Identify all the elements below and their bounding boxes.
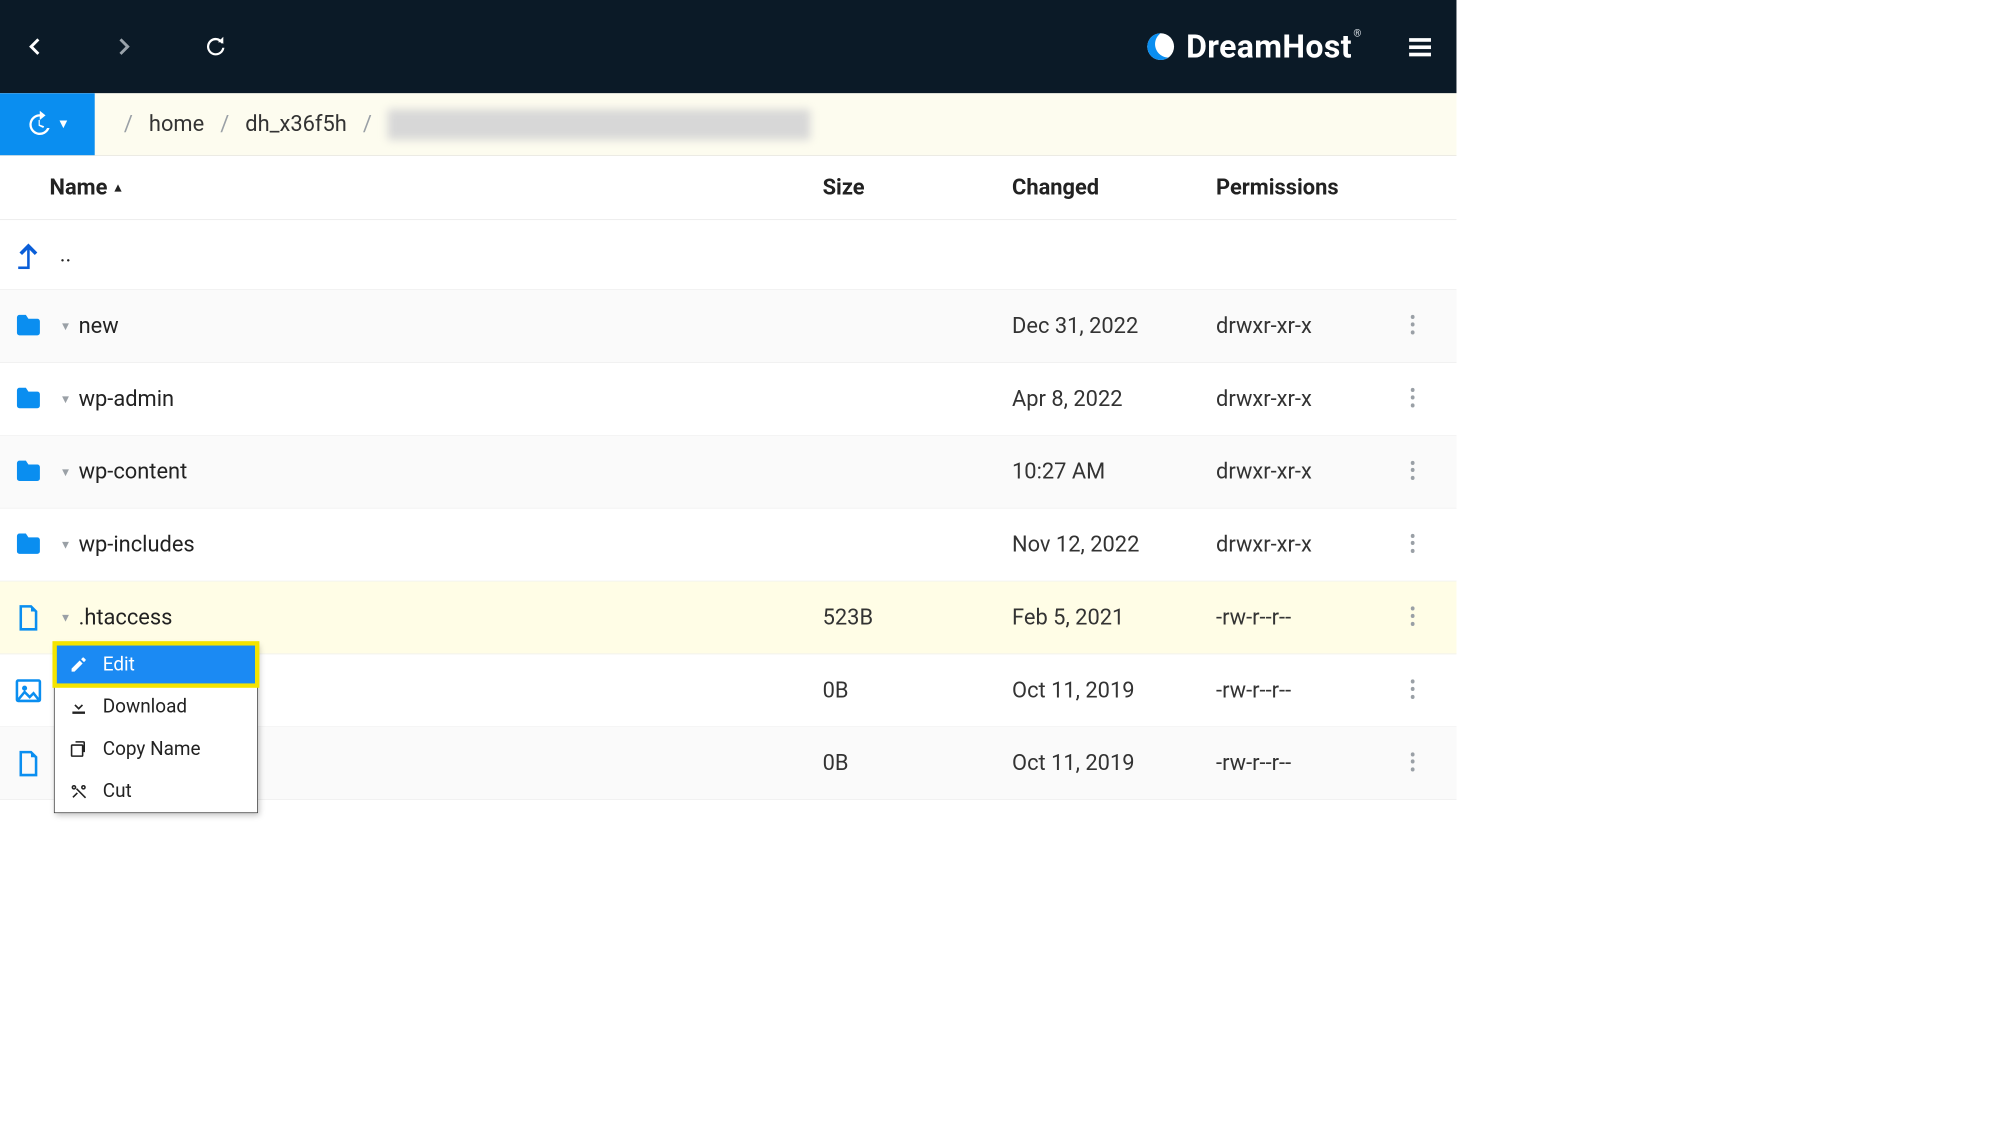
table-row[interactable]: ▼ new Dec 31, 2022drwxr-xr-x••• <box>0 290 1456 363</box>
context-menu-label: Download <box>103 696 187 718</box>
file-size: 0B <box>823 750 1012 776</box>
table-header: Name ▴ Size Changed Permissions <box>0 156 1456 220</box>
chevron-down-icon[interactable]: ▼ <box>60 610 72 625</box>
file-permissions: -rw-r--r-- <box>1216 678 1391 704</box>
download-icon <box>68 697 90 716</box>
cut-icon <box>68 782 90 801</box>
row-actions-button[interactable]: ••• <box>1391 388 1435 411</box>
column-header-permissions[interactable]: Permissions <box>1216 175 1435 201</box>
brand-text: DreamHost® <box>1186 28 1362 66</box>
file-permissions: drwxr-xr-x <box>1216 386 1391 412</box>
context-menu-item-download[interactable]: Download <box>55 686 258 728</box>
file-name: .htaccess <box>79 605 173 631</box>
context-menu-item-copy-name[interactable]: Copy Name <box>55 728 258 770</box>
file-permissions: drwxr-xr-x <box>1216 459 1391 485</box>
up-arrow-icon <box>9 239 60 270</box>
file-changed: Apr 8, 2022 <box>1012 386 1216 412</box>
context-menu-label: Edit <box>103 654 135 676</box>
context-menu-label: Copy Name <box>103 738 201 760</box>
context-menu-item-cut[interactable]: Cut <box>55 770 258 812</box>
folder-icon <box>9 529 60 560</box>
folder-icon <box>9 311 60 342</box>
file-changed: Oct 11, 2019 <box>1012 750 1216 776</box>
file-permissions: -rw-r--r-- <box>1216 605 1391 631</box>
context-menu: Edit Download Copy Name Cut <box>54 643 258 813</box>
table-row[interactable]: ▼ wp-includes Nov 12, 2022drwxr-xr-x••• <box>0 509 1456 582</box>
refresh-button[interactable] <box>203 34 229 60</box>
column-header-name[interactable]: Name ▴ <box>50 175 823 201</box>
file-icon <box>9 748 60 779</box>
file-size: 523B <box>823 605 1012 631</box>
table-row[interactable]: ▼ wp-admin Apr 8, 2022drwxr-xr-x••• <box>0 363 1456 436</box>
history-icon <box>25 110 53 138</box>
file-name: new <box>79 313 119 339</box>
context-menu-item-edit[interactable]: Edit <box>55 643 258 685</box>
breadcrumb-separator: / <box>220 111 229 137</box>
history-button[interactable]: ▼ <box>0 93 95 155</box>
topbar-nav <box>22 34 229 60</box>
breadcrumb-item[interactable]: home <box>149 111 204 137</box>
edit-icon <box>68 655 90 674</box>
row-actions-button[interactable]: ••• <box>1391 679 1435 702</box>
path-row: ▼ / home / dh_x36f5h / <box>0 93 1456 156</box>
folder-icon <box>9 384 60 415</box>
chevron-down-icon[interactable]: ▼ <box>60 464 72 479</box>
topbar: DreamHost® <box>0 0 1456 93</box>
chevron-down-icon[interactable]: ▼ <box>60 319 72 334</box>
hamburger-menu-button[interactable] <box>1405 32 1434 61</box>
file-name-cell: ▼ .htaccess <box>60 605 823 631</box>
parent-dir-label: .. <box>60 242 72 268</box>
forward-button[interactable] <box>112 34 137 59</box>
file-changed: Oct 11, 2019 <box>1012 678 1216 704</box>
table-row[interactable]: ▼ wp-content 10:27 AMdrwxr-xr-x••• <box>0 436 1456 509</box>
breadcrumb-separator: / <box>363 111 372 137</box>
file-permissions: drwxr-xr-x <box>1216 313 1391 339</box>
column-header-size[interactable]: Size <box>823 175 1012 201</box>
row-actions-button[interactable]: ••• <box>1391 752 1435 775</box>
breadcrumb-item[interactable]: dh_x36f5h <box>245 111 347 137</box>
breadcrumb-separator: / <box>124 111 133 137</box>
file-name-cell: ▼ wp-content <box>60 459 823 485</box>
row-actions-button[interactable]: ••• <box>1391 606 1435 629</box>
file-name-cell: ▼ wp-includes <box>60 532 823 558</box>
row-actions-button[interactable]: ••• <box>1391 460 1435 483</box>
sort-asc-icon: ▴ <box>115 180 122 195</box>
file-icon <box>9 602 60 633</box>
brand-logo: DreamHost® <box>1145 28 1361 66</box>
breadcrumb: / home / dh_x36f5h / <box>95 93 811 155</box>
copy-icon <box>68 740 90 759</box>
back-button[interactable] <box>22 34 47 59</box>
file-permissions: drwxr-xr-x <box>1216 532 1391 558</box>
file-changed: Nov 12, 2022 <box>1012 532 1216 558</box>
breadcrumb-item-redacted <box>388 109 811 140</box>
parent-directory-row[interactable]: .. <box>0 220 1456 290</box>
image-file-icon <box>9 675 60 706</box>
file-size: 0B <box>823 678 1012 704</box>
file-changed: Feb 5, 2021 <box>1012 605 1216 631</box>
context-menu-label: Cut <box>103 780 132 802</box>
chevron-down-icon: ▼ <box>57 117 70 132</box>
file-changed: Dec 31, 2022 <box>1012 313 1216 339</box>
file-name: wp-admin <box>79 386 175 412</box>
row-actions-button[interactable]: ••• <box>1391 315 1435 338</box>
row-actions-button[interactable]: ••• <box>1391 533 1435 556</box>
file-permissions: -rw-r--r-- <box>1216 750 1391 776</box>
moon-icon <box>1145 31 1176 62</box>
column-header-changed[interactable]: Changed <box>1012 175 1216 201</box>
file-name-cell: ▼ new <box>60 313 823 339</box>
folder-icon <box>9 456 60 487</box>
chevron-down-icon[interactable]: ▼ <box>60 392 72 407</box>
chevron-down-icon[interactable]: ▼ <box>60 537 72 552</box>
file-name: wp-includes <box>79 532 195 558</box>
file-changed: 10:27 AM <box>1012 459 1216 485</box>
file-name: wp-content <box>79 459 188 485</box>
file-name-cell: ▼ wp-admin <box>60 386 823 412</box>
